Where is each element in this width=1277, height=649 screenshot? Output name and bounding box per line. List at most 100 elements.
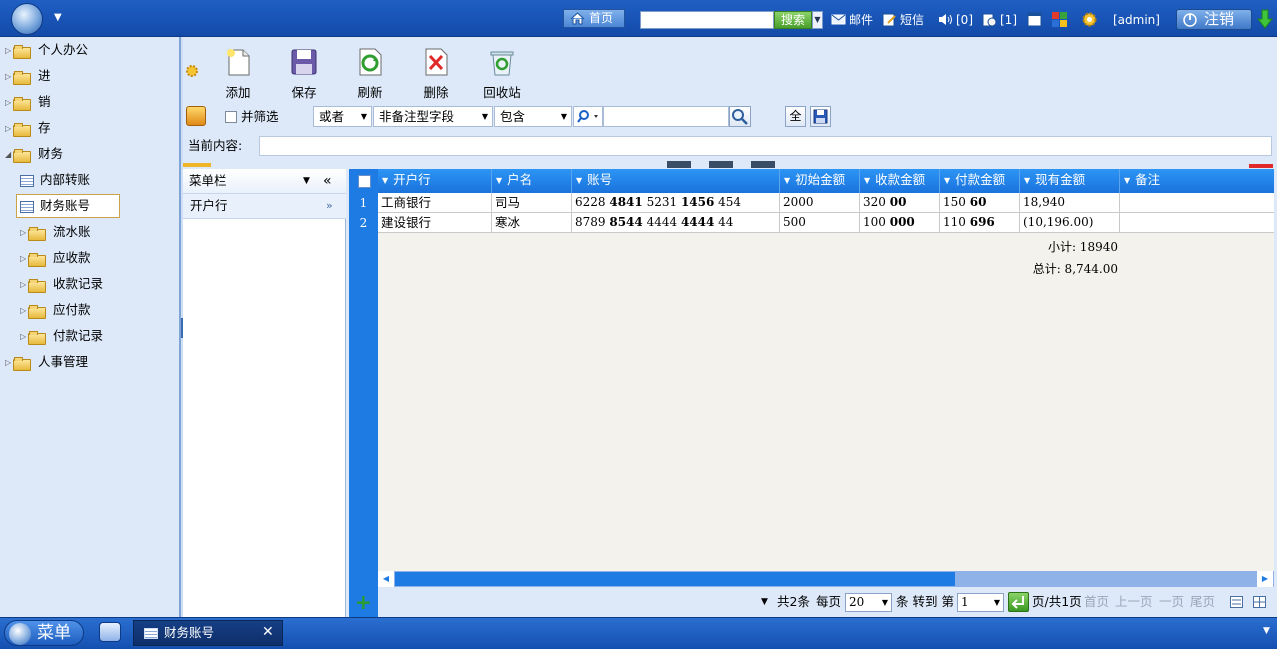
save-button[interactable]: 保存	[279, 47, 329, 101]
pager-prev-link[interactable]: 上一页	[1115, 593, 1153, 611]
window-layout-icon[interactable]	[1027, 12, 1042, 27]
collapse-content-handle[interactable]	[751, 161, 775, 168]
add-row-plus-icon[interactable]: +	[355, 592, 372, 612]
filter-search-button[interactable]	[729, 106, 751, 127]
acct-part-bold: 1456	[680, 195, 715, 209]
expand-arrow-icon: ▷	[5, 97, 12, 107]
sidebar-item-receivables[interactable]: ▷ 应收款	[20, 246, 91, 270]
sidebar-item-hr[interactable]: ▷ 人事管理	[5, 350, 88, 374]
page-select[interactable]: 1 ▼	[957, 593, 1004, 612]
sidebar-item-finance[interactable]: ◢ 财务	[5, 142, 63, 166]
sidebar-item-internal-transfer[interactable]: 内部转账	[20, 168, 90, 192]
column-header-paid-amount[interactable]: ▼ 付款金额	[940, 169, 1020, 193]
and-filter-checkbox[interactable]: 并筛选	[225, 109, 279, 125]
column-header-initial-amount[interactable]: ▼ 初始金额	[780, 169, 860, 193]
amount-part-bold: 000	[889, 215, 915, 229]
collapse-down-icon[interactable]	[1257, 9, 1273, 29]
current-content-input[interactable]	[259, 136, 1272, 156]
collapse-panel-icon[interactable]: «	[323, 169, 332, 193]
table-row[interactable]: 工商银行 司马 6228 4841 5231 1456 454 2000 320…	[378, 193, 1274, 213]
goto-page-enter-icon[interactable]	[1008, 592, 1029, 612]
acct-part: 4444	[642, 215, 681, 229]
collapse-filter-handle[interactable]	[709, 161, 733, 168]
mail-link[interactable]: 邮件	[831, 11, 873, 29]
pager-last-link[interactable]: 尾页	[1190, 593, 1215, 611]
pager-first-link[interactable]: 首页	[1084, 593, 1109, 611]
column-header-bank[interactable]: ▼ 开户行	[378, 169, 492, 193]
quick-launch-icon[interactable]	[99, 622, 121, 642]
sidebar-item-finance-accounts[interactable]: 财务账号	[20, 194, 90, 218]
sidebar-item-personal-office[interactable]: ▷ 个人办公	[5, 38, 88, 62]
list-view-icon[interactable]	[1230, 596, 1243, 608]
column-header-note[interactable]: ▼ 备注	[1120, 169, 1274, 193]
taskbar-tab-finance-accounts[interactable]: 财务账号	[133, 620, 283, 646]
sidebar-item-payables[interactable]: ▷ 应付款	[20, 298, 91, 322]
grid-header: ▼ 开户行 ▼ 户名 ▼ 账号 ▼ 初始金额 ▼ 收款金额 ▼ 付款金额 ▼ 现有金额 ▼ 备注	[378, 169, 1274, 193]
filter-settings-icon[interactable]	[186, 106, 206, 126]
sidebar-item-journal[interactable]: ▷ 流水账	[20, 220, 91, 244]
folder-icon	[13, 356, 31, 371]
home-button[interactable]: 首页	[563, 9, 625, 28]
grid-view-icon[interactable]	[1253, 596, 1266, 608]
horizontal-scrollbar-thumb[interactable]	[395, 572, 955, 586]
pager-goto-label: 条 转到 第	[896, 594, 954, 609]
theme-colors-icon[interactable]	[1052, 12, 1067, 27]
cell-account-name: 司马	[492, 193, 572, 213]
collapse-toolbar-handle[interactable]	[667, 161, 691, 168]
close-tab-icon[interactable]: ✕	[262, 620, 274, 644]
sidebar-item-sales[interactable]: ▷ 销	[5, 90, 51, 114]
logout-button[interactable]: 注销	[1176, 9, 1252, 30]
column-header-account-name[interactable]: ▼ 户名	[492, 169, 572, 193]
column-title: 开户行	[393, 172, 431, 187]
menu-dropdown-icon[interactable]: ▼	[303, 169, 310, 193]
recycle-bin-button[interactable]: 回收站	[477, 47, 527, 101]
notice-counter[interactable]: [1]	[982, 11, 1017, 29]
field-select[interactable]: 非备注型字段 ▼	[373, 106, 493, 127]
and-filter-label: 并筛选	[241, 109, 279, 124]
add-button[interactable]: 添加	[213, 47, 263, 101]
scroll-left-icon[interactable]: ◀	[378, 571, 394, 587]
checkbox-box[interactable]	[225, 111, 237, 123]
sidebar-item-receipts[interactable]: ▷ 收款记录	[20, 272, 103, 296]
table-row[interactable]: 建设银行 寒冰 8789 8544 4444 4444 44 500 100 0…	[378, 213, 1274, 233]
taskbar-menu-caret-icon[interactable]: ▼	[1263, 626, 1270, 636]
search-dropdown-icon[interactable]: ▼	[812, 11, 823, 29]
sidebar-item-stock[interactable]: ▷ 存	[5, 116, 51, 140]
folder-icon	[13, 122, 31, 137]
settings-gear-icon[interactable]	[1081, 11, 1098, 28]
per-page-select[interactable]: 20 ▼	[845, 593, 892, 612]
column-title: 付款金额	[955, 172, 1006, 187]
expand-double-down-icon[interactable]: »	[326, 194, 333, 218]
pager-dropdown-icon[interactable]: ▼	[761, 593, 768, 611]
app-logo-icon[interactable]	[11, 3, 43, 35]
current-user: [admin]	[1113, 13, 1160, 27]
scroll-right-icon[interactable]: ▶	[1257, 571, 1273, 587]
select-all-checkbox[interactable]	[358, 175, 371, 188]
recycle-bin-label: 回收站	[483, 85, 521, 100]
total-text: 总计: 8,744.00	[1032, 262, 1118, 276]
filter-value-input[interactable]	[603, 106, 729, 127]
save-filter-button[interactable]	[810, 106, 831, 127]
sms-link[interactable]: 短信	[882, 11, 924, 29]
show-all-button[interactable]: 全	[785, 106, 806, 127]
logic-select[interactable]: 或者 ▼	[313, 106, 372, 127]
logo-menu-caret-icon[interactable]: ▼	[54, 12, 62, 23]
menu-panel-item[interactable]: 开户行 »	[183, 194, 346, 219]
start-menu-button[interactable]: 菜单	[4, 620, 84, 646]
sort-dropdown-icon: ▼	[382, 176, 389, 185]
sound-counter[interactable]: [0]	[938, 11, 973, 29]
expand-arrow-icon: ▷	[20, 279, 27, 289]
column-header-current-amount[interactable]: ▼ 现有金额	[1020, 169, 1120, 193]
filter-search-type-icon[interactable]	[573, 106, 603, 127]
sidebar-item-label: 销	[38, 94, 51, 109]
sidebar-item-purchase[interactable]: ▷ 进	[5, 64, 51, 88]
operator-select[interactable]: 包含 ▼	[494, 106, 572, 127]
global-search-input[interactable]	[640, 11, 774, 29]
sidebar-item-payments[interactable]: ▷ 付款记录	[20, 324, 103, 348]
column-header-received-amount[interactable]: ▼ 收款金额	[860, 169, 940, 193]
column-header-account-number[interactable]: ▼ 账号	[572, 169, 780, 193]
global-search-button[interactable]: 搜索	[774, 11, 812, 29]
pager-next-link[interactable]: 一页	[1159, 593, 1184, 611]
refresh-button[interactable]: 刷新	[345, 47, 395, 101]
delete-button[interactable]: 删除	[411, 47, 461, 101]
